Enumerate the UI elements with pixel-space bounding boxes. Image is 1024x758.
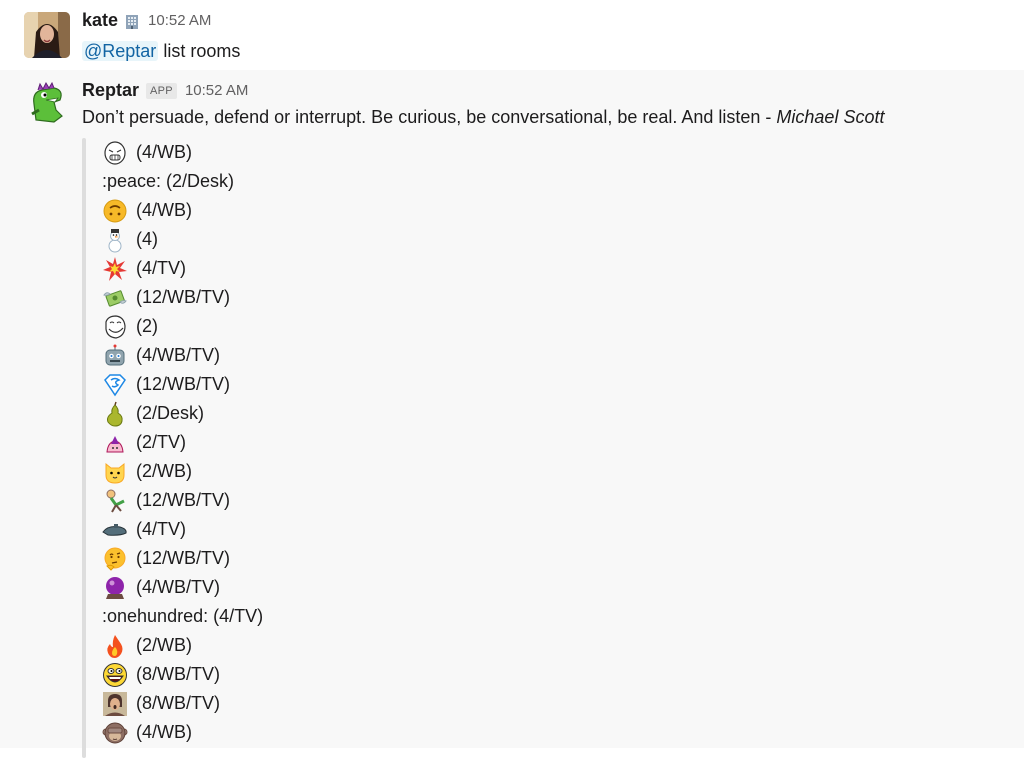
room-item: (2) xyxy=(102,312,263,341)
room-label: (4/TV) xyxy=(136,258,187,278)
room-item: (4/WB) xyxy=(102,718,263,747)
quote-author: Michael Scott xyxy=(776,107,885,127)
message-text: @Reptar list rooms xyxy=(82,41,240,62)
upside-down-face-icon xyxy=(102,198,128,224)
room-item: (4/TV) xyxy=(102,515,263,544)
room-item: (4/TV) xyxy=(102,254,263,283)
username[interactable]: Reptar xyxy=(82,80,139,101)
room-label: (4/WB) xyxy=(136,200,192,220)
room-item: (4/WB/TV) xyxy=(102,573,263,602)
superman-icon xyxy=(102,372,128,398)
room-label: (8/WB/TV) xyxy=(136,693,220,713)
room-list: (4/WB) :peace: (2/Desk) (4/WB) (4) (4/TV… xyxy=(102,138,263,747)
fire-icon xyxy=(102,633,128,659)
avatar[interactable] xyxy=(24,12,70,58)
room-label: (8/WB/TV) xyxy=(136,664,220,684)
boom-icon xyxy=(102,256,128,282)
room-label: (4/TV) xyxy=(136,519,187,539)
room-item: :onehundred: (4/TV) xyxy=(102,602,263,631)
thinking-face-icon xyxy=(102,546,128,572)
app-badge: APP xyxy=(146,82,177,99)
message-text: Don’t persuade, defend or interrupt. Be … xyxy=(82,107,884,128)
timestamp[interactable]: 10:52 AM xyxy=(148,12,211,29)
message-reptar[interactable]: Reptar APP 10:52 AM Don’t persuade, defe… xyxy=(0,70,1024,758)
room-label: (12/WB/TV) xyxy=(136,287,231,307)
room-item: (4/WB/TV) xyxy=(102,341,263,370)
room-label: (4/WB/TV) xyxy=(136,345,220,365)
message-body: list rooms xyxy=(163,41,241,61)
room-label: (2/TV) xyxy=(136,432,187,452)
message-kate[interactable]: kate 10:52 AM @Reptar list rooms xyxy=(0,0,1024,70)
room-item: (12/WB/TV) xyxy=(102,486,263,515)
room-label: (4) xyxy=(136,229,158,249)
dancing-man-icon xyxy=(102,488,128,514)
room-item: (12/WB/TV) xyxy=(102,283,263,312)
cat-face-icon xyxy=(102,459,128,485)
crystal-ball-icon xyxy=(102,575,128,601)
room-item: (12/WB/TV) xyxy=(102,544,263,573)
username[interactable]: kate xyxy=(82,10,118,31)
party-hat-icon xyxy=(102,430,128,456)
room-label: (2) xyxy=(136,316,158,336)
room-label: (12/WB/TV) xyxy=(136,490,231,510)
room-item: (2/WB) xyxy=(102,631,263,660)
snowman-icon xyxy=(102,227,128,253)
room-label: (4/WB/TV) xyxy=(136,577,220,597)
money-wings-icon xyxy=(102,285,128,311)
see-no-evil-monkey-icon xyxy=(102,720,128,746)
room-item: (12/WB/TV) xyxy=(102,370,263,399)
user-mention[interactable]: @Reptar xyxy=(82,41,159,61)
room-label: (12/WB/TV) xyxy=(136,374,231,394)
room-label: (4/WB) xyxy=(136,142,192,162)
room-label: (2/WB) xyxy=(136,635,192,655)
room-list-attachment: (4/WB) :peace: (2/Desk) (4/WB) (4) (4/TV… xyxy=(82,138,982,758)
room-label: :onehundred: (4/TV) xyxy=(102,606,264,626)
quote-text: Don’t persuade, defend or interrupt. Be … xyxy=(82,107,772,127)
office-building-icon xyxy=(124,13,140,29)
room-item: (8/WB/TV) xyxy=(102,660,263,689)
room-item: (4/WB) xyxy=(102,138,263,167)
room-item: (8/WB/TV) xyxy=(102,689,263,718)
room-item: (4) xyxy=(102,225,263,254)
robot-icon xyxy=(102,343,128,369)
room-item: :peace: (2/Desk) xyxy=(102,167,263,196)
room-item: (2/Desk) xyxy=(102,399,263,428)
timestamp[interactable]: 10:52 AM xyxy=(185,82,248,99)
troll-face-icon xyxy=(102,314,128,340)
room-label: (4/WB) xyxy=(136,722,192,742)
room-item: (2/TV) xyxy=(102,428,263,457)
submarine-icon xyxy=(102,517,128,543)
room-item: (4/WB) xyxy=(102,196,263,225)
attachment-bar xyxy=(82,138,86,758)
room-label: (2/WB) xyxy=(136,461,192,481)
bot-avatar[interactable] xyxy=(24,80,70,126)
room-label: (12/WB/TV) xyxy=(136,548,231,568)
pear-icon xyxy=(102,401,128,427)
room-label: (2/Desk) xyxy=(136,403,205,423)
awesome-face-icon xyxy=(102,662,128,688)
rage-face-icon xyxy=(102,140,128,166)
room-item: (2/WB) xyxy=(102,457,263,486)
room-label: :peace: (2/Desk) xyxy=(102,171,235,191)
shocked-man-icon xyxy=(102,691,128,717)
